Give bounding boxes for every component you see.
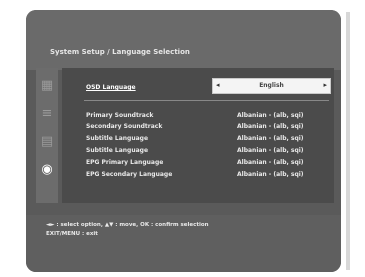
- setting-value[interactable]: Albanian - (alb, sqi): [237, 123, 304, 130]
- osd-language-select[interactable]: ◂ English ▸: [212, 78, 331, 94]
- help-bar: ◄► : select option, ▲▼ : move, OK : conf…: [26, 215, 341, 272]
- divider: [84, 100, 329, 101]
- setting-label: EPG Secondary Language: [86, 171, 173, 178]
- menu-icon[interactable]: ≡: [39, 106, 55, 122]
- help-line-2: EXIT/MENU : exit: [46, 231, 98, 237]
- language-icon[interactable]: ◉: [39, 162, 55, 178]
- help-text: ◄► : select option, ▲▼ : move, OK : conf…: [46, 221, 316, 239]
- setup-screen: System Setup / Language Selection ▦ ≡ ▤ …: [26, 10, 341, 272]
- setting-label: Primary Soundtrack: [86, 112, 154, 119]
- screen-edge: [346, 12, 350, 270]
- title-bar: System Setup / Language Selection: [26, 10, 341, 70]
- setting-label: Subtitle Language: [86, 147, 149, 154]
- setting-label: Secondary Soundtrack: [86, 123, 163, 130]
- sidebar: ▦ ≡ ▤ ◉: [36, 68, 58, 203]
- setting-value[interactable]: Albanian - (alb, sqi): [237, 147, 304, 154]
- arrow-right-icon[interactable]: ▸: [323, 81, 327, 89]
- settings-icon[interactable]: ▦: [39, 78, 55, 94]
- setting-value[interactable]: Albanian - (alb, sqi): [237, 112, 304, 119]
- setting-value[interactable]: Albanian - (alb, sqi): [237, 171, 304, 178]
- osd-language-value: English: [259, 82, 284, 89]
- setting-label: Subtitle Language: [86, 135, 149, 142]
- page-title: System Setup / Language Selection: [50, 48, 190, 56]
- display-icon[interactable]: ▤: [39, 134, 55, 150]
- setting-label: EPG Primary Language: [86, 159, 164, 166]
- setting-value[interactable]: Albanian - (alb, sqi): [237, 159, 304, 166]
- setting-value[interactable]: Albanian - (alb, sqi): [237, 135, 304, 142]
- help-line-1: ◄► : select option, ▲▼ : move, OK : conf…: [46, 222, 209, 228]
- osd-language-label: OSD Language: [86, 84, 136, 91]
- settings-panel: OSD Language ◂ English ▸ Primary Soundtr…: [62, 68, 334, 203]
